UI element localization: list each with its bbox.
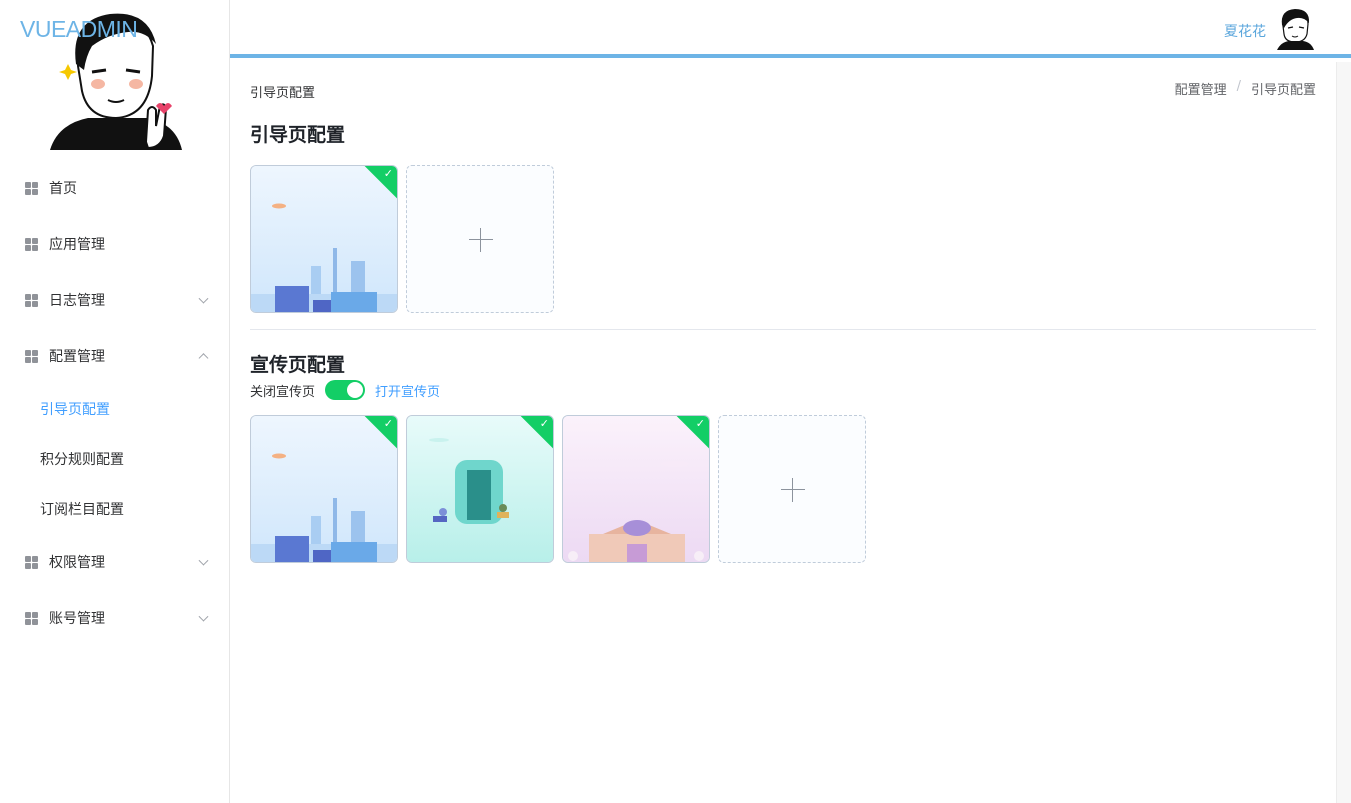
promo-image-thumbnail[interactable]: ✓ — [406, 415, 554, 563]
sidebar-item-home[interactable]: 首页 — [0, 160, 229, 216]
sidebar-item-label: 应用管理 — [49, 237, 105, 253]
plus-icon — [792, 478, 793, 502]
sidebar-subitem-points-config[interactable]: 积分规则配置 — [0, 434, 229, 484]
grid-icon — [25, 555, 38, 569]
logo-area: VUEADMIN — [0, 0, 229, 150]
sidebar-menu: 首页 应用管理 日志管理 配置管理 引导页配置 积分规则配置 订阅栏目配置 权限… — [0, 160, 229, 646]
promo-toggle-switch[interactable] — [325, 380, 366, 400]
page-label: 引导页配置 — [250, 86, 316, 101]
sidebar-item-config[interactable]: 配置管理 — [0, 328, 229, 384]
grid-icon — [25, 349, 38, 363]
sidebar-item-label: 首页 — [49, 181, 77, 197]
switch-off-label: 关闭宣传页 — [250, 384, 316, 400]
promo-image-thumbnail[interactable]: ✓ — [250, 415, 398, 563]
chevron-up-icon — [198, 353, 209, 364]
sidebar: VUEADMIN 首页 应用管理 日志管理 配置管理 引导页配置 积分规则配置 … — [0, 0, 230, 803]
app-logo[interactable]: VUEADMIN — [20, 16, 138, 43]
vertical-scrollbar[interactable] — [1336, 62, 1351, 803]
sidebar-item-permissions[interactable]: 权限管理 — [0, 534, 229, 590]
promo-image-thumbnail[interactable]: ✓ — [562, 415, 710, 563]
grid-icon — [25, 611, 38, 625]
plus-icon — [480, 228, 481, 252]
city-skyline-image — [251, 166, 397, 312]
avatar[interactable] — [1275, 8, 1315, 50]
check-icon: ✓ — [383, 417, 393, 430]
sidebar-item-accounts[interactable]: 账号管理 — [0, 590, 229, 646]
chevron-down-icon — [198, 555, 209, 566]
plus-icon — [469, 239, 493, 240]
breadcrumb: 配置管理 / 引导页配置 — [1175, 79, 1316, 98]
sidebar-item-label: 日志管理 — [49, 293, 105, 309]
username[interactable]: 夏花花 — [1224, 21, 1266, 41]
breadcrumb-separator: / — [1236, 79, 1241, 94]
top-header: 夏花花 — [230, 0, 1351, 58]
check-icon: ✓ — [383, 167, 393, 180]
sidebar-item-apps[interactable]: 应用管理 — [0, 216, 229, 272]
promo-switch-row: 关闭宣传页 打开宣传页 — [250, 380, 440, 400]
promo-image-uploader[interactable] — [718, 415, 866, 563]
breadcrumb-item-config[interactable]: 配置管理 — [1175, 79, 1227, 98]
promo-section-title: 宣传页配置 — [250, 354, 346, 376]
city-skyline-image — [251, 416, 397, 562]
building-illustration-image — [563, 416, 709, 562]
sidebar-item-label: 配置管理 — [49, 349, 105, 365]
switch-on-label: 打开宣传页 — [375, 384, 441, 400]
check-icon: ✓ — [695, 417, 705, 430]
sidebar-item-label: 权限管理 — [49, 555, 105, 571]
section-divider — [250, 329, 1316, 330]
sidebar-subitem-guide-config[interactable]: 引导页配置 — [0, 384, 229, 434]
sidebar-item-logs[interactable]: 日志管理 — [0, 272, 229, 328]
sidebar-item-label: 账号管理 — [49, 611, 105, 627]
plus-icon — [781, 489, 805, 490]
grid-icon — [25, 181, 38, 195]
guide-section-title: 引导页配置 — [250, 124, 346, 146]
chevron-down-icon — [198, 293, 209, 304]
portal-illustration-image — [407, 416, 553, 562]
main-content: 引导页配置 配置管理 / 引导页配置 引导页配置 ✓ 宣传页配置 关闭宣传页 打 — [230, 58, 1336, 803]
breadcrumb-item-current: 引导页配置 — [1250, 83, 1316, 98]
check-icon: ✓ — [539, 417, 549, 430]
sidebar-subitem-subscription-config[interactable]: 订阅栏目配置 — [0, 484, 229, 534]
guide-image-thumbnail[interactable]: ✓ — [250, 165, 398, 313]
guide-image-uploader[interactable] — [406, 165, 554, 313]
chevron-down-icon — [198, 611, 209, 622]
grid-icon — [25, 237, 38, 251]
grid-icon — [25, 293, 38, 307]
